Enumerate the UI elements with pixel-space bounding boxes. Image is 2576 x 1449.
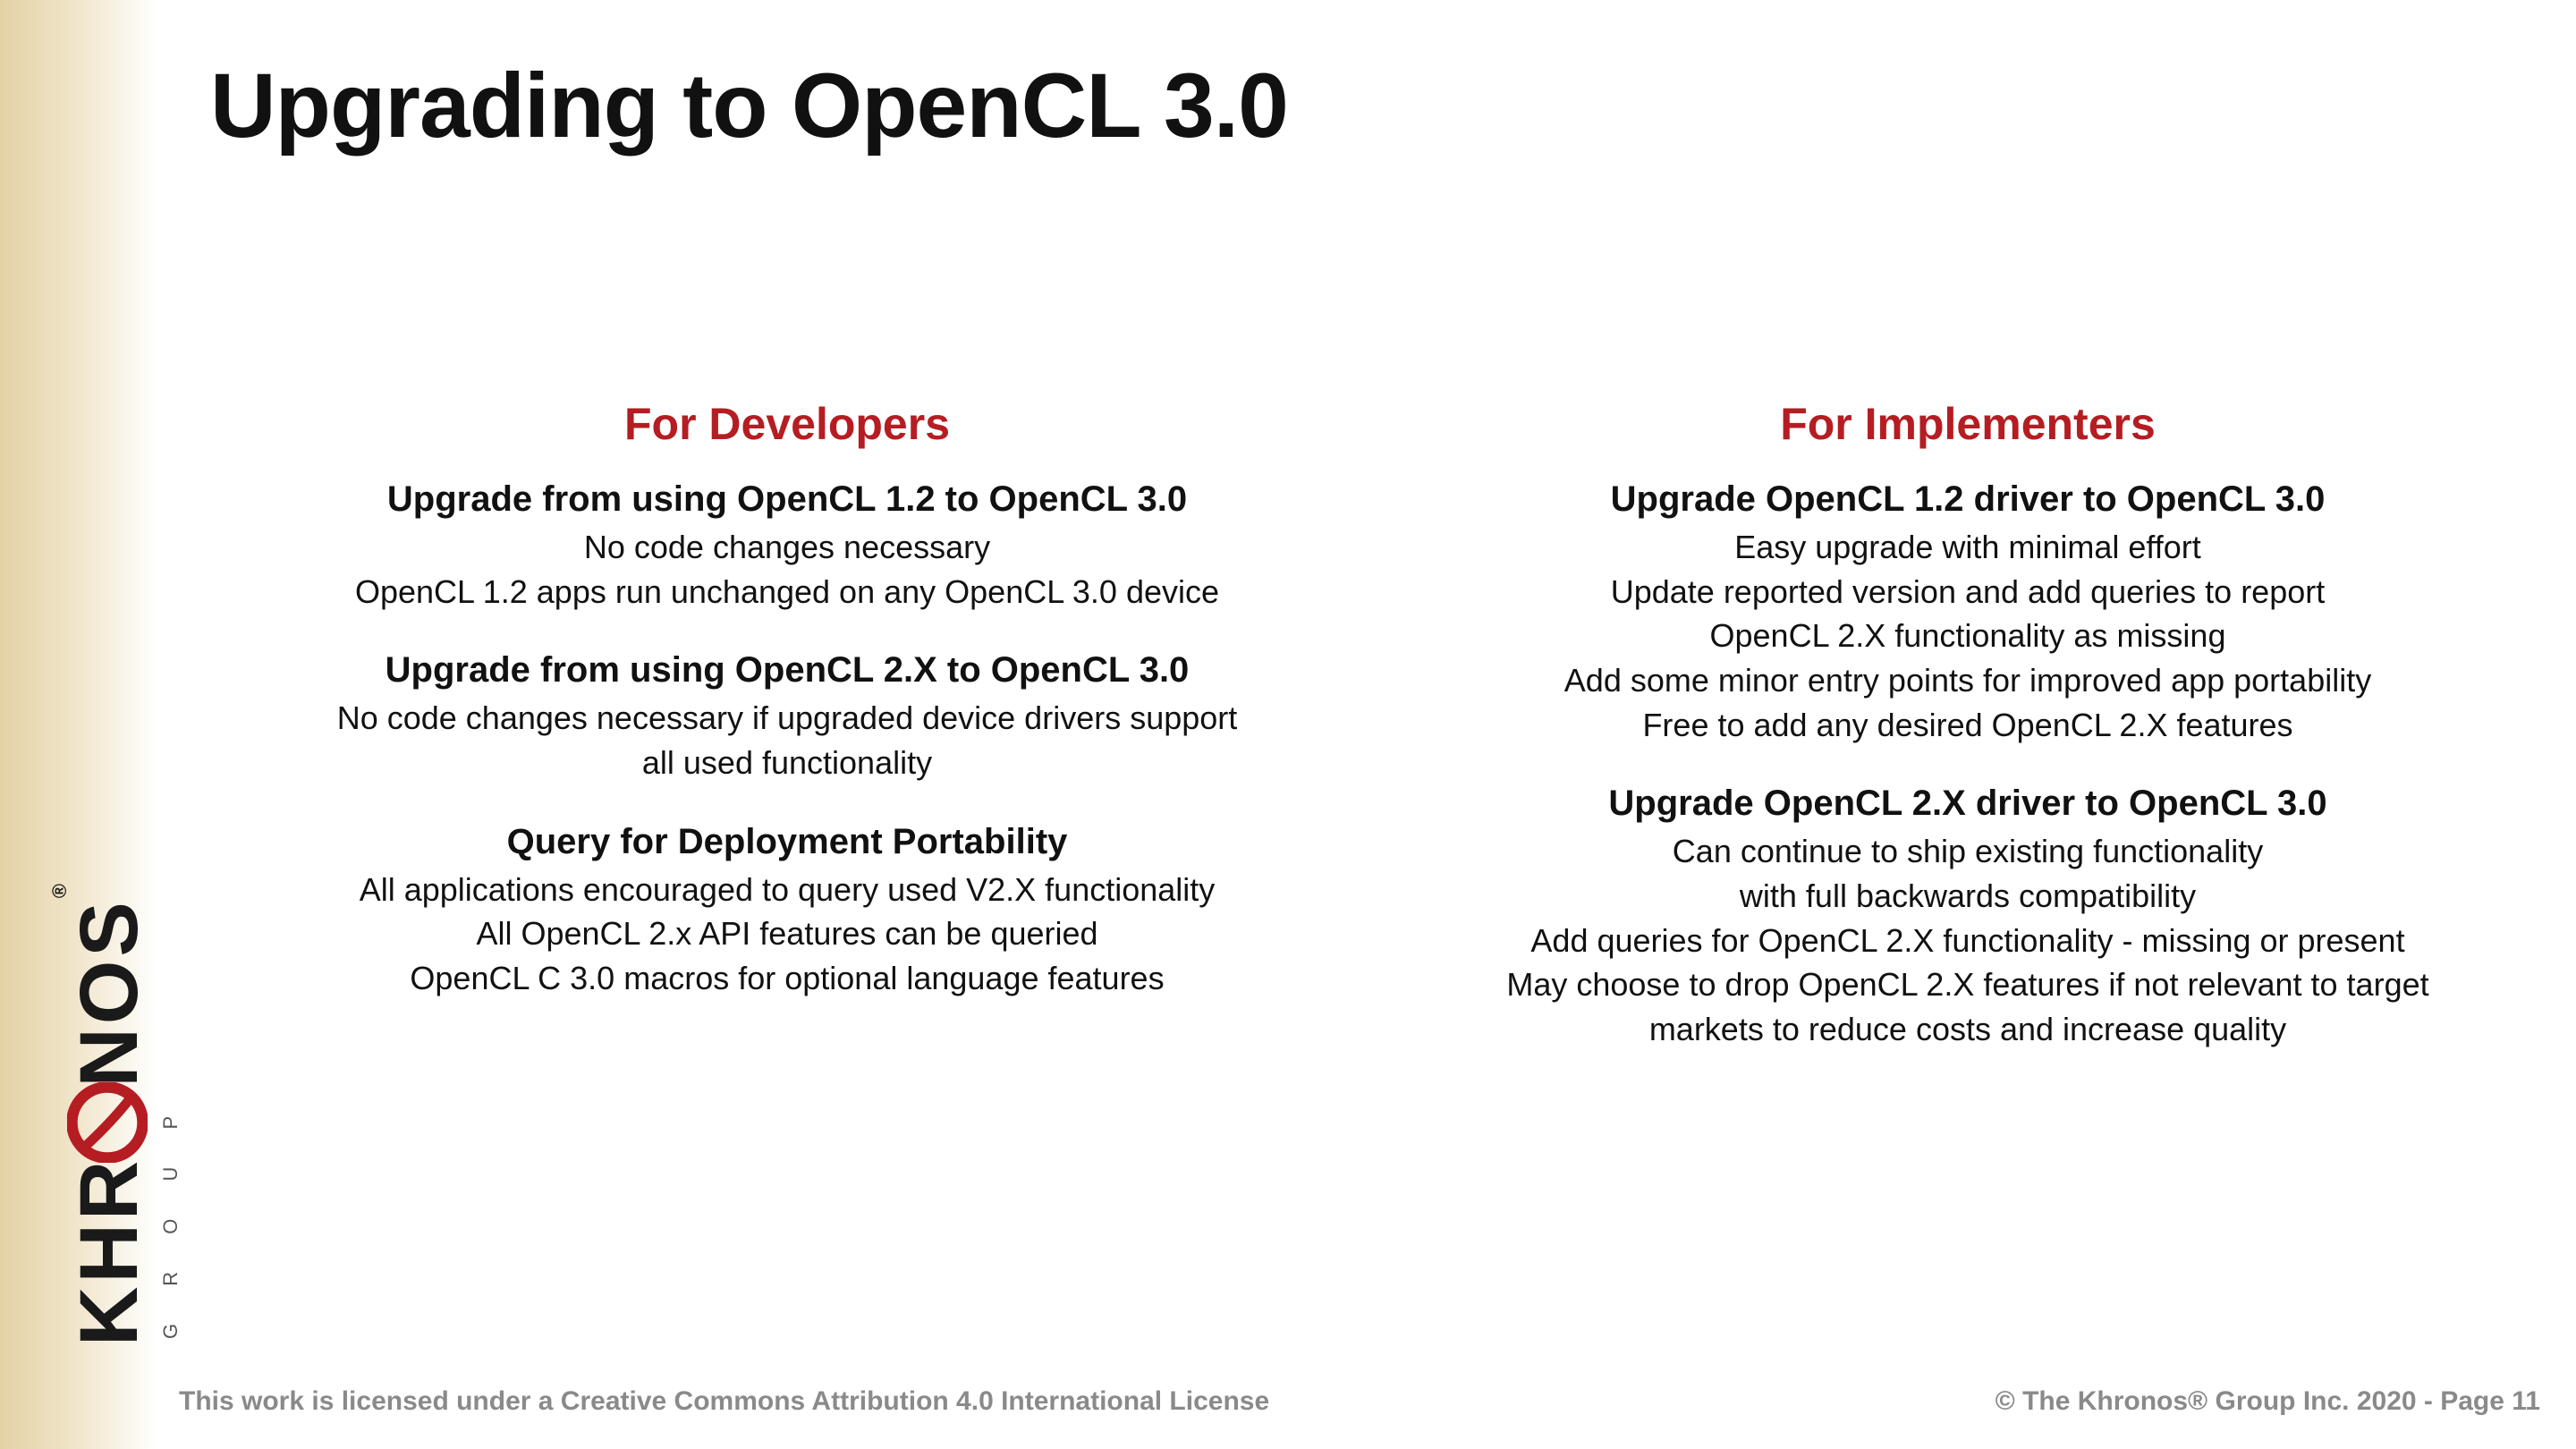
footer-license: This work is licensed under a Creative C… [179, 1386, 1269, 1417]
content-columns: For Developers Upgrade from using OpenCL… [210, 398, 2545, 1086]
section-body: No code changes necessary OpenCL 1.2 app… [210, 525, 1364, 614]
section: Upgrade OpenCL 1.2 driver to OpenCL 3.0 … [1391, 477, 2545, 747]
logo-text-tail: NOS [64, 898, 155, 1087]
section-body: No code changes necessary if upgraded de… [210, 696, 1364, 784]
section: Upgrade from using OpenCL 2.X to OpenCL … [210, 648, 1364, 784]
heading-developers: For Developers [210, 398, 1364, 450]
column-implementers: For Implementers Upgrade OpenCL 1.2 driv… [1391, 398, 2545, 1086]
section: Upgrade OpenCL 2.X driver to OpenCL 3.0 … [1391, 781, 2545, 1051]
heading-implementers: For Implementers [1391, 398, 2545, 450]
section-body: Can continue to ship existing functional… [1391, 829, 2545, 1051]
column-developers: For Developers Upgrade from using OpenCL… [210, 398, 1364, 1086]
section-title: Upgrade from using OpenCL 1.2 to OpenCL … [210, 477, 1364, 521]
section-title: Upgrade OpenCL 2.X driver to OpenCL 3.0 [1391, 781, 2545, 826]
footer: This work is licensed under a Creative C… [179, 1386, 2540, 1417]
section: Upgrade from using OpenCL 1.2 to OpenCL … [210, 477, 1364, 614]
section-body: Easy upgrade with minimal effort Update … [1391, 525, 2545, 747]
section-title: Upgrade from using OpenCL 2.X to OpenCL … [210, 648, 1364, 692]
logo-subtitle: G R O U P [159, 1100, 182, 1339]
section-title: Upgrade OpenCL 1.2 driver to OpenCL 3.0 [1391, 477, 2545, 521]
logo-text-head: KHR [64, 1157, 155, 1346]
footer-copyright: © The Khronos® Group Inc. 2020 - Page 11 [1996, 1386, 2540, 1417]
section-body: All applications encouraged to query use… [210, 868, 1364, 1001]
logo-text-o [63, 1088, 157, 1157]
slide-content: Upgrading to OpenCL 3.0 For Developers U… [157, 0, 2576, 1449]
slide-title: Upgrading to OpenCL 3.0 [210, 54, 1288, 158]
section: Query for Deployment Portability All app… [210, 819, 1364, 1001]
logo-registered: ® [48, 880, 71, 898]
section-title: Query for Deployment Portability [210, 819, 1364, 864]
